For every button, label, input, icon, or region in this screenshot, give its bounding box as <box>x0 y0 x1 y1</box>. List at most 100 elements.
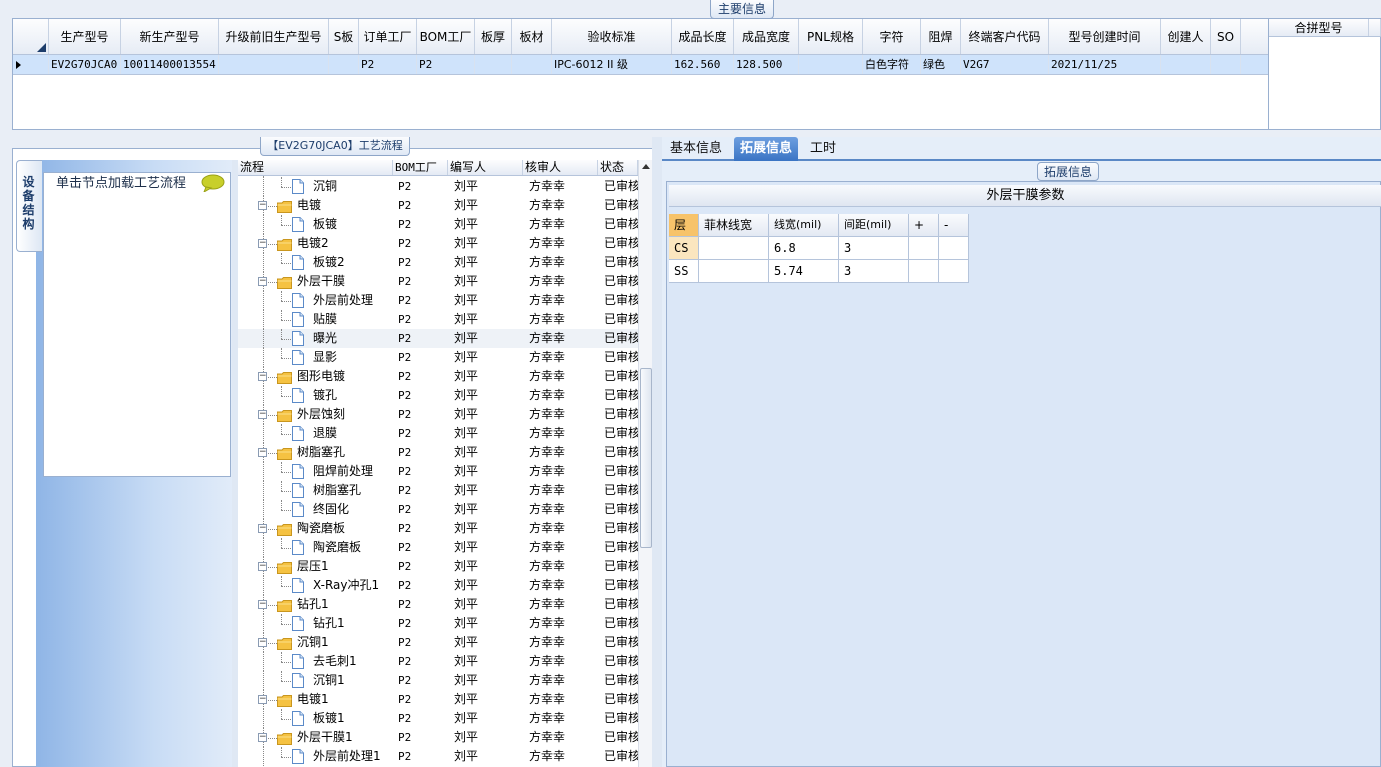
tree-node[interactable]: − 钻孔1 <box>238 595 393 614</box>
collapse-toggle[interactable]: − <box>258 695 267 704</box>
tree-node[interactable]: 外层前处理1 <box>238 747 393 766</box>
grid-cell[interactable]: 绿色 <box>921 55 961 74</box>
param-table[interactable]: 层菲林线宽 线宽(mil) 间距(mil) + - CS 6.8 3 SS 5.74 3 <box>669 214 969 283</box>
tree-row[interactable]: 板镀2 P2 刘平 方幸幸 已审核 <box>238 253 638 272</box>
column-header[interactable]: 阻焊 <box>921 19 961 54</box>
tree-column-header[interactable]: BOM工厂 <box>393 160 448 175</box>
column-header[interactable]: 板材 <box>512 19 552 54</box>
grid-cell[interactable] <box>329 55 359 74</box>
tree-node[interactable]: − 电镀1 <box>238 690 393 709</box>
grid-cell[interactable] <box>1211 55 1241 74</box>
grid-cell[interactable] <box>799 55 863 74</box>
tree-row[interactable]: 沉铜 P2 刘平 方幸幸 已审核 <box>238 177 638 196</box>
tree-node[interactable]: 沉铜 <box>238 177 393 196</box>
middle-splitter[interactable] <box>652 137 662 767</box>
collapse-toggle[interactable]: − <box>258 562 267 571</box>
main-info-grid[interactable]: 生产型号 新生产型号 升级前旧生产型号 S板 订单工厂 BOM工厂 板厚 板材 验收标准 成品长度… <box>13 19 1269 130</box>
tab-extended-info[interactable]: 拓展信息 <box>734 137 799 161</box>
tree-row[interactable]: 外层前处理1 P2 刘平 方幸幸 已审核 <box>238 747 638 766</box>
tab-device-structure[interactable]: 设备结构 <box>16 160 42 252</box>
param-cell[interactable] <box>909 260 939 283</box>
tree-node[interactable]: − 层压1 <box>238 557 393 576</box>
scroll-thumb[interactable] <box>640 368 652 548</box>
tree-row[interactable]: − 陶瓷磨板 P2 刘平 方幸幸 已审核 <box>238 519 638 538</box>
tree-node[interactable]: − 陶瓷磨板 <box>238 519 393 538</box>
tree-row[interactable]: − 钻孔1 P2 刘平 方幸幸 已审核 <box>238 595 638 614</box>
tree-node[interactable]: 沉铜1 <box>238 671 393 690</box>
grid-cell[interactable]: P2 <box>417 55 475 74</box>
collapse-toggle[interactable]: − <box>258 448 267 457</box>
grid-cell[interactable]: P2 <box>359 55 417 74</box>
tree-row[interactable]: − 沉铜1 P2 刘平 方幸幸 已审核 <box>238 633 638 652</box>
param-cell[interactable] <box>939 237 969 260</box>
collapse-toggle[interactable]: − <box>258 638 267 647</box>
column-header[interactable]: 验收标准 <box>552 19 672 54</box>
tree-node[interactable]: − 树脂塞孔 <box>238 443 393 462</box>
tree-node[interactable]: 终固化 <box>238 500 393 519</box>
tree-column-header[interactable]: 核审人 <box>523 160 598 175</box>
tree-node[interactable]: − 外层干膜1 <box>238 728 393 747</box>
tree-row[interactable]: − 树脂塞孔 P2 刘平 方幸幸 已审核 <box>238 443 638 462</box>
tree-row[interactable]: 陶瓷磨板 P2 刘平 方幸幸 已审核 <box>238 538 638 557</box>
grid-cell[interactable] <box>512 55 552 74</box>
tree-node[interactable]: 板镀2 <box>238 253 393 272</box>
grid-cell[interactable]: V2G7 <box>961 55 1049 74</box>
tree-node[interactable]: X-Ray冲孔1 <box>238 576 393 595</box>
tree-node[interactable]: 板镀 <box>238 215 393 234</box>
tree-node[interactable]: 镀孔 <box>238 386 393 405</box>
grid-cell[interactable]: IPC-6012 II 级 <box>552 55 672 74</box>
tree-node[interactable]: 板镀1 <box>238 709 393 728</box>
tree-row[interactable]: 板镀 P2 刘平 方幸幸 已审核 <box>238 215 638 234</box>
tree-row[interactable]: 曝光 P2 刘平 方幸幸 已审核 <box>238 329 638 348</box>
tab-work-hours[interactable]: 工时 <box>804 137 842 161</box>
param-column-header[interactable]: 菲林线宽 <box>699 214 769 237</box>
tree-node[interactable]: 外层前处理 <box>238 291 393 310</box>
tree-node[interactable]: 钻孔1 <box>238 614 393 633</box>
tree-row[interactable]: − 电镀 P2 刘平 方幸幸 已审核 <box>238 196 638 215</box>
tree-row[interactable]: X-Ray冲孔1 P2 刘平 方幸幸 已审核 <box>238 576 638 595</box>
tree-row[interactable]: − 电镀1 P2 刘平 方幸幸 已审核 <box>238 690 638 709</box>
param-column-header[interactable]: - <box>939 214 969 237</box>
collapse-toggle[interactable]: − <box>258 410 267 419</box>
param-cell[interactable]: 5.74 <box>769 260 839 283</box>
tree-row[interactable]: 钻孔1 P2 刘平 方幸幸 已审核 <box>238 614 638 633</box>
column-header[interactable]: 成品宽度 <box>734 19 799 54</box>
collapse-toggle[interactable]: − <box>258 277 267 286</box>
grid-cell[interactable]: 128.500 <box>734 55 799 74</box>
param-column-header[interactable]: 线宽(mil) <box>769 214 839 237</box>
param-cell[interactable] <box>699 237 769 260</box>
tree-row[interactable]: 退膜 P2 刘平 方幸幸 已审核 <box>238 424 638 443</box>
grid-cell[interactable]: 10011400013554 <box>121 55 219 74</box>
grid-cell[interactable]: 162.560 <box>672 55 734 74</box>
grid-cell[interactable]: 白色字符 <box>863 55 921 74</box>
param-cell[interactable]: 3 <box>839 260 909 283</box>
tree-node[interactable]: 陶瓷磨板 <box>238 538 393 557</box>
layer-cell[interactable]: SS <box>669 260 699 283</box>
tree-node[interactable]: 阻焊前处理 <box>238 462 393 481</box>
tree-row[interactable]: 贴膜 P2 刘平 方幸幸 已审核 <box>238 310 638 329</box>
column-header[interactable]: 终端客户代码 <box>961 19 1049 54</box>
column-header[interactable]: 新生产型号 <box>121 19 219 54</box>
grid-cell[interactable]: EV2G70JCA0 <box>49 55 121 74</box>
tree-row[interactable]: 去毛刺1 P2 刘平 方幸幸 已审核 <box>238 652 638 671</box>
param-column-header[interactable]: + <box>909 214 939 237</box>
grid-cell[interactable] <box>475 55 512 74</box>
column-header[interactable]: 创建人 <box>1161 19 1211 54</box>
scroll-up-icon[interactable] <box>642 164 650 169</box>
tree-row[interactable]: 阻焊前处理 P2 刘平 方幸幸 已审核 <box>238 462 638 481</box>
grid-data-row[interactable]: EV2G70JCA0 10011400013554 P2 P2 IPC-6012 II … <box>13 55 1268 75</box>
tree-node[interactable]: 贴膜 <box>238 310 393 329</box>
tree-node[interactable]: − 图形电镀 <box>238 367 393 386</box>
param-cell[interactable] <box>699 260 769 283</box>
tree-row[interactable]: − 图形电镀 P2 刘平 方幸幸 已审核 <box>238 367 638 386</box>
column-header[interactable]: 生产型号 <box>49 19 121 54</box>
collapse-toggle[interactable]: − <box>258 239 267 248</box>
tree-row[interactable]: 镀孔 P2 刘平 方幸幸 已审核 <box>238 386 638 405</box>
param-cell[interactable]: 6.8 <box>769 237 839 260</box>
column-header[interactable]: 订单工厂 <box>359 19 417 54</box>
param-column-header[interactable]: 层 <box>669 214 699 237</box>
layer-cell[interactable]: CS <box>669 237 699 260</box>
tree-row[interactable]: − 外层干膜1 P2 刘平 方幸幸 已审核 <box>238 728 638 747</box>
tree-node[interactable]: 树脂塞孔 <box>238 481 393 500</box>
tree-node[interactable]: − 电镀2 <box>238 234 393 253</box>
